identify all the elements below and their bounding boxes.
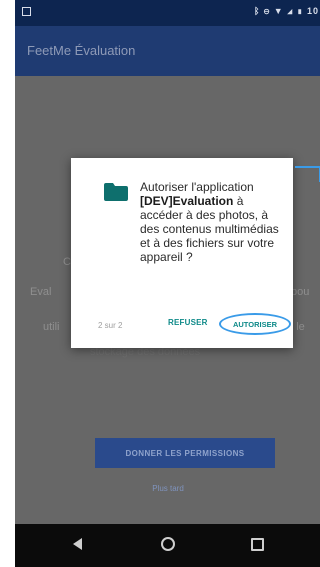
navigation-bar	[15, 524, 320, 567]
background-text: C	[63, 256, 71, 268]
permission-message: Autoriser l'application [DEV]Evaluation …	[140, 180, 285, 264]
status-bar: ᛒ ⊖ ▼ ◢ ▮ 10	[15, 0, 320, 26]
back-icon[interactable]	[73, 538, 82, 550]
recents-icon[interactable]	[251, 538, 264, 551]
grant-permissions-button[interactable]: DONNER LES PERMISSIONS	[95, 438, 275, 468]
home-icon[interactable]	[161, 537, 175, 551]
status-icons: ᛒ ⊖ ▼ ◢ ▮ 10	[253, 6, 319, 16]
background-text: Eval	[30, 286, 52, 298]
background-text: pou	[291, 286, 310, 298]
app-name: [DEV]Evaluation	[140, 194, 234, 208]
background-text: utili	[43, 321, 60, 333]
deny-button[interactable]: REFUSER	[168, 318, 208, 327]
permission-dialog: Autoriser l'application [DEV]Evaluation …	[71, 158, 293, 348]
later-link[interactable]: Plus tard	[15, 484, 320, 493]
message-prefix: Autoriser l'application	[140, 180, 254, 194]
phone-screen: ᛒ ⊖ ▼ ◢ ▮ 10 FeetMe Évaluation C Eval ut…	[15, 0, 320, 567]
callout-line	[295, 166, 320, 168]
folder-icon	[104, 183, 128, 201]
allow-button[interactable]: AUTORISER	[219, 313, 291, 335]
permission-counter: 2 sur 2	[98, 321, 123, 330]
notification-icon	[22, 7, 31, 16]
app-title: FeetMe Évaluation	[27, 43, 136, 58]
app-bar: FeetMe Évaluation	[15, 26, 320, 76]
